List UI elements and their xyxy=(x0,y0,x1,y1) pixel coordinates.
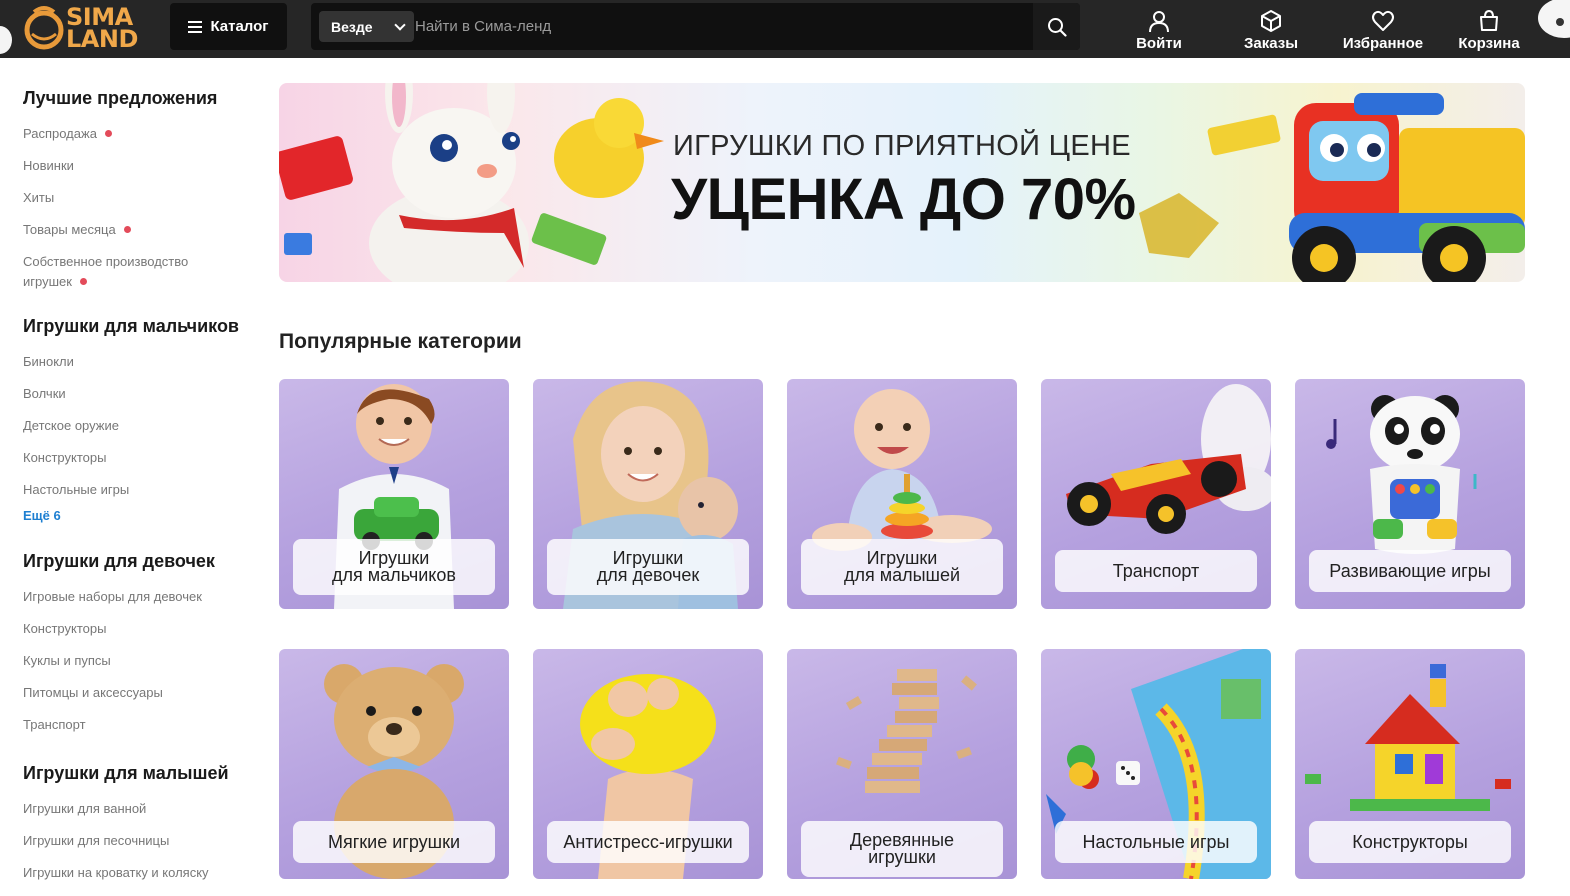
favorites-label: Избранное xyxy=(1342,35,1424,52)
sidebar-item[interactable]: Конструкторы xyxy=(23,448,263,468)
orders-label: Заказы xyxy=(1243,35,1299,52)
sidebar-item-label: Новинки xyxy=(23,158,74,173)
category-card-constructors[interactable]: Конструкторы xyxy=(1295,649,1525,879)
sidebar-item[interactable]: Бинокли xyxy=(23,352,263,372)
category-label-line2: для девочек xyxy=(596,565,700,585)
category-card-transport[interactable]: Транспорт xyxy=(1041,379,1271,609)
category-card-babies[interactable]: Игрушки для малышей xyxy=(787,379,1017,609)
logo[interactable]: SIMA LAND xyxy=(20,2,142,54)
sidebar-item[interactable]: Настольные игры xyxy=(23,480,263,500)
category-card-label: Мягкие игрушки xyxy=(293,821,495,863)
mascot-partial-right xyxy=(1530,0,1570,58)
category-card-board-games[interactable]: Настольные игры xyxy=(1041,649,1271,879)
category-label-line2: для малышей xyxy=(843,565,961,585)
sidebar-section-best: Лучшие предложения Распродажа Новинки Хи… xyxy=(23,86,263,292)
search-button[interactable] xyxy=(1033,3,1080,50)
sidebar-item-label: Хиты xyxy=(23,190,55,205)
category-card-label: Игрушки для мальчиков xyxy=(293,539,495,595)
sidebar-section-girls: Игрушки для девочек Игровые наборы для д… xyxy=(23,549,263,735)
sidebar-item[interactable]: Игрушки для песочницы xyxy=(23,831,263,851)
category-card-soft-toys[interactable]: Мягкие игрушки xyxy=(279,649,509,879)
category-card-label: Игрушки для девочек xyxy=(547,539,749,595)
sidebar-item[interactable]: Игрушки на кроватку и коляску xyxy=(23,863,263,883)
sidebar-item-hits[interactable]: Хиты xyxy=(23,188,263,208)
category-card-boys[interactable]: Игрушки для мальчиков xyxy=(279,379,509,609)
favorites-button[interactable]: Избранное xyxy=(1340,2,1426,52)
search-input[interactable] xyxy=(415,11,1025,42)
category-card-label: Развивающие игры xyxy=(1309,550,1511,592)
category-card-label: Транспорт xyxy=(1055,550,1257,592)
catalog-button[interactable]: Каталог xyxy=(170,3,287,50)
heart-icon xyxy=(1372,10,1394,31)
search-scope-select[interactable]: Везде xyxy=(319,11,414,42)
sidebar-item-label: Собственное производство xyxy=(23,254,189,269)
new-dot-badge xyxy=(123,226,131,233)
sidebar-section-title[interactable]: Игрушки для девочек xyxy=(23,549,263,573)
new-dot-badge xyxy=(104,130,112,137)
category-label-line2: игрушки xyxy=(868,847,936,867)
login-label: Войти xyxy=(1136,35,1182,52)
sidebar-more-link[interactable]: Ещё 6 xyxy=(23,508,263,523)
sidebar-item[interactable]: Конструкторы xyxy=(23,619,263,639)
cart-button[interactable]: Корзина xyxy=(1456,2,1522,52)
category-card-girls[interactable]: Игрушки для девочек xyxy=(533,379,763,609)
sidebar-item-own-production[interactable]: Собственное производство игрушек xyxy=(23,252,263,292)
cart-label: Корзина xyxy=(1458,35,1520,52)
category-label-line2: для мальчиков xyxy=(332,565,456,585)
sidebar-item[interactable]: Детское оружие xyxy=(23,416,263,436)
banner-headline: УЦЕНКА ДО 70% xyxy=(671,167,1136,232)
sidebar-item[interactable]: Куклы и пупсы xyxy=(23,651,263,671)
sidebar-item-label: Товары месяца xyxy=(23,222,116,237)
catalog-button-label: Каталог xyxy=(210,18,269,35)
sidebar-item[interactable]: Игровые наборы для девочек xyxy=(23,587,263,607)
category-card-label: Игрушки для малышей xyxy=(801,539,1003,595)
login-button[interactable]: Войти xyxy=(1130,2,1188,52)
category-card-label: Деревянные игрушки xyxy=(801,821,1003,877)
search-scope-label: Везде xyxy=(331,18,373,35)
popular-categories-title: Популярные категории xyxy=(279,330,522,353)
category-card-label: Антистресс-игрушки xyxy=(547,821,749,863)
sidebar-item-sale[interactable]: Распродажа xyxy=(23,124,263,144)
category-card-wooden[interactable]: Деревянные игрушки xyxy=(787,649,1017,879)
chevron-down-icon xyxy=(394,19,406,31)
sidebar-item[interactable]: Игрушки для ванной xyxy=(23,799,263,819)
new-dot-badge xyxy=(79,278,87,285)
bag-icon xyxy=(1480,9,1498,31)
banner-subtitle: ИГРУШКИ ПО ПРИЯТНОЙ ЦЕНЕ xyxy=(673,130,1131,162)
sidebar-item-label: Распродажа xyxy=(23,126,97,141)
category-card-label: Конструкторы xyxy=(1309,821,1511,863)
site-header: SIMA LAND Каталог Везде Войти Заказы Изб… xyxy=(0,0,1570,58)
logo-text-bottom: LAND xyxy=(66,25,138,53)
user-icon xyxy=(1149,11,1169,33)
category-card-label: Настольные игры xyxy=(1055,821,1257,863)
sidebar-item[interactable]: Волчки xyxy=(23,384,263,404)
logo-emblem-icon xyxy=(20,4,68,52)
search-icon xyxy=(1047,17,1067,37)
box-icon xyxy=(1261,10,1281,32)
sidebar-section-babies: Игрушки для малышей Игрушки для ванной И… xyxy=(23,761,263,883)
mascot-partial-left xyxy=(0,20,14,58)
sidebar-section-title[interactable]: Игрушки для мальчиков xyxy=(23,314,263,338)
category-sidebar: Лучшие предложения Распродажа Новинки Хи… xyxy=(23,86,263,883)
orders-button[interactable]: Заказы xyxy=(1240,2,1302,52)
sidebar-item[interactable]: Транспорт xyxy=(23,715,263,735)
sidebar-item[interactable]: Питомцы и аксессуары xyxy=(23,683,263,703)
sidebar-section-title[interactable]: Игрушки для малышей xyxy=(23,761,263,785)
sidebar-item-month[interactable]: Товары месяца xyxy=(23,220,263,240)
promo-banner[interactable]: ИГРУШКИ ПО ПРИЯТНОЙ ЦЕНЕ УЦЕНКА ДО 70% xyxy=(279,83,1525,282)
sidebar-section-title[interactable]: Лучшие предложения xyxy=(23,86,263,110)
search-bar: Везде xyxy=(311,3,1080,50)
category-card-antistress[interactable]: Антистресс-игрушки xyxy=(533,649,763,879)
sidebar-item-new[interactable]: Новинки xyxy=(23,156,263,176)
sidebar-item-label-cont: игрушек xyxy=(23,274,72,289)
menu-icon xyxy=(188,20,203,33)
category-card-educational[interactable]: Развивающие игры xyxy=(1295,379,1525,609)
sidebar-section-boys: Игрушки для мальчиков Бинокли Волчки Дет… xyxy=(23,314,263,523)
